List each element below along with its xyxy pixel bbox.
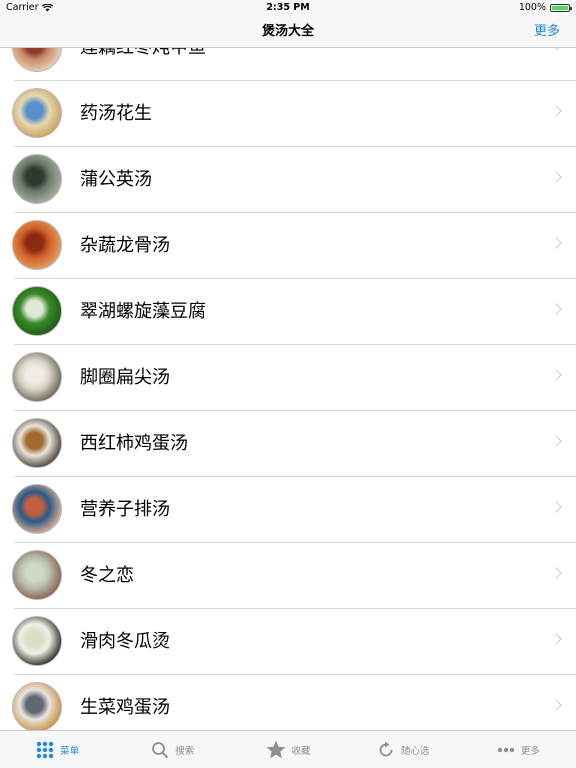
status-bar: Carrier 2:35 PM 100% — [0, 0, 576, 16]
list-item[interactable]: 莲藕红枣炖甲鱼 — [12, 48, 576, 81]
list-item[interactable]: 生菜鸡蛋汤 — [12, 675, 576, 730]
chevron-right-icon — [550, 105, 562, 117]
list-item[interactable]: 蒲公英汤 — [12, 147, 576, 213]
tab-label: 收藏 — [291, 745, 311, 757]
dish-name: 冬之恋 — [80, 565, 134, 586]
dish-thumbnail — [12, 682, 62, 730]
dish-thumbnail — [12, 48, 62, 72]
dish-thumbnail — [12, 154, 62, 204]
list-item[interactable]: 营养子排汤 — [12, 477, 576, 543]
dish-thumbnail — [12, 418, 62, 468]
more-button[interactable]: 更多 — [534, 16, 560, 47]
chevron-right-icon — [550, 48, 562, 51]
list-item[interactable]: 杂蔬龙骨汤 — [12, 213, 576, 279]
recipe-list[interactable]: 莲藕红枣炖甲鱼药汤花生蒲公英汤杂蔬龙骨汤翠湖螺旋藻豆腐脚圈扁尖汤西红柿鸡蛋汤营养… — [0, 48, 576, 730]
tab-grid[interactable]: 菜单 — [0, 731, 115, 768]
tab-search[interactable]: 搜索 — [115, 731, 230, 768]
dish-name: 滑肉冬瓜烫 — [80, 631, 170, 652]
chevron-right-icon — [550, 369, 562, 381]
dish-thumbnail — [12, 220, 62, 270]
dish-thumbnail — [12, 484, 62, 534]
refresh-icon — [377, 741, 395, 759]
battery-icon — [550, 4, 572, 12]
battery-group: 100% — [518, 0, 572, 16]
dish-thumbnail — [12, 88, 62, 138]
list-item[interactable]: 滑肉冬瓜烫 — [12, 609, 576, 675]
dish-name: 药汤花生 — [80, 103, 152, 124]
tab-label: 菜单 — [60, 745, 80, 757]
dish-name: 翠湖螺旋藻豆腐 — [80, 301, 206, 322]
dish-name: 杂蔬龙骨汤 — [80, 235, 170, 256]
dish-name: 营养子排汤 — [80, 499, 170, 520]
tab-star[interactable]: 收藏 — [230, 731, 345, 768]
chevron-right-icon — [550, 501, 562, 513]
dish-name: 脚圈扁尖汤 — [80, 367, 170, 388]
list-item[interactable]: 药汤花生 — [12, 81, 576, 147]
grid-icon — [36, 741, 54, 759]
dish-thumbnail — [12, 286, 62, 336]
tab-more[interactable]: 更多 — [461, 731, 576, 768]
list-item[interactable]: 冬之恋 — [12, 543, 576, 609]
dish-name: 西红柿鸡蛋汤 — [80, 433, 188, 454]
tab-refresh[interactable]: 随心选 — [346, 731, 461, 768]
dish-thumbnail — [12, 616, 62, 666]
recipe-list-content: 莲藕红枣炖甲鱼药汤花生蒲公英汤杂蔬龙骨汤翠湖螺旋藻豆腐脚圈扁尖汤西红柿鸡蛋汤营养… — [0, 48, 576, 730]
dish-name: 生菜鸡蛋汤 — [80, 697, 170, 718]
chevron-right-icon — [550, 633, 562, 645]
page-title: 煲汤大全 — [261, 24, 314, 39]
dish-thumbnail — [12, 352, 62, 402]
tab-label: 随心选 — [400, 745, 430, 757]
chevron-right-icon — [550, 699, 562, 711]
chevron-right-icon — [550, 435, 562, 447]
battery-percent: 100% — [518, 2, 546, 13]
dish-name: 蒲公英汤 — [80, 169, 152, 190]
tab-label: 搜索 — [175, 745, 195, 757]
chevron-right-icon — [550, 567, 562, 579]
dish-thumbnail — [12, 550, 62, 600]
tab-label: 更多 — [520, 745, 540, 757]
dish-name: 莲藕红枣炖甲鱼 — [80, 48, 206, 81]
list-item[interactable]: 西红柿鸡蛋汤 — [12, 411, 576, 477]
list-item[interactable]: 翠湖螺旋藻豆腐 — [12, 279, 576, 345]
list-item[interactable]: 脚圈扁尖汤 — [12, 345, 576, 411]
chevron-right-icon — [550, 303, 562, 315]
chevron-right-icon — [550, 237, 562, 249]
more-icon — [497, 747, 515, 753]
status-time: 2:35 PM — [266, 2, 310, 13]
navigation-bar: 煲汤大全 更多 — [0, 16, 576, 48]
tab-bar: 菜单 搜索 收藏 随心选 更多 — [0, 730, 576, 768]
star-icon — [266, 740, 286, 759]
chevron-right-icon — [550, 171, 562, 183]
search-icon — [151, 741, 169, 759]
